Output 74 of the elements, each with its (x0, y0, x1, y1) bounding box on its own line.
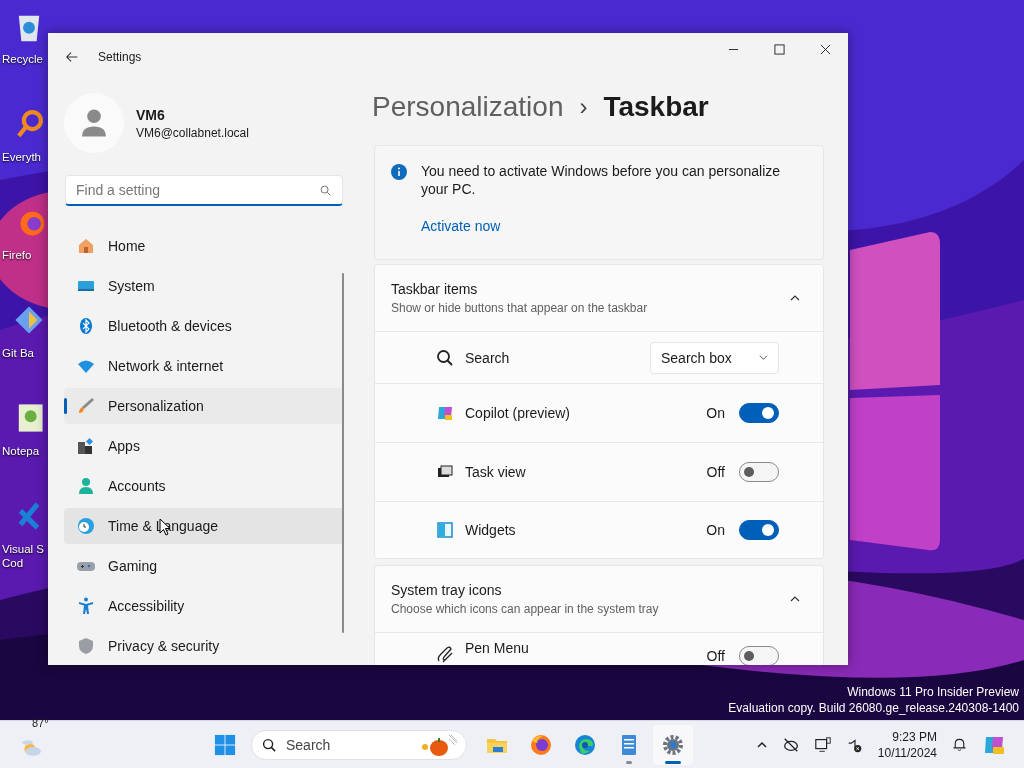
activate-link[interactable]: Activate now (421, 218, 501, 234)
account-name: VM6 (136, 106, 166, 123)
toggle-switch[interactable] (739, 403, 779, 423)
firefox-icon (529, 732, 553, 757)
search-icon (320, 185, 331, 196)
toggle-switch[interactable] (739, 646, 779, 665)
close-icon (819, 43, 831, 55)
shield-icon (76, 636, 96, 656)
edge-icon (573, 732, 597, 757)
watermark-text: Windows 11 Pro Insider Preview (847, 684, 1019, 700)
temperature[interactable]: 87° (32, 716, 49, 729)
section-subtitle: Choose which icons can appear in the system tray (391, 602, 659, 616)
search-icon (435, 347, 455, 368)
taskbar-app-button[interactable] (653, 724, 693, 765)
scrollbar[interactable] (342, 273, 344, 633)
nav-item[interactable]: Gaming (64, 548, 344, 584)
toggle-state: On (706, 522, 725, 538)
nav-item[interactable]: Accounts (64, 468, 344, 504)
clock-globe-icon (76, 516, 96, 536)
setting-label: Copilot (preview) (465, 405, 571, 421)
toggle-state: Off (706, 464, 725, 480)
pumpkin-icon (419, 732, 459, 757)
breadcrumb-item: Taskbar (603, 91, 709, 123)
windows-logo-icon (214, 733, 236, 756)
desktop-icon-label: Git Ba (2, 346, 34, 360)
back-arrow-icon (65, 50, 79, 64)
settings-search-field[interactable]: Find a setting (65, 175, 343, 206)
clock-date[interactable]: 10/11/2024 (877, 744, 937, 761)
bell-icon[interactable] (951, 736, 968, 753)
nav-item[interactable]: System (64, 268, 344, 304)
section-title: System tray icons (391, 582, 503, 598)
setting-label: Pen Menu (465, 640, 529, 656)
setting-label: Widgets (465, 522, 516, 538)
nav-item[interactable]: Home (64, 228, 344, 264)
caret-icon (759, 353, 768, 362)
window-title: Settings (98, 50, 142, 64)
taskbar-search-field[interactable]: Search (251, 729, 467, 760)
desktop-icon-label: Firefo (2, 248, 32, 262)
setting-label: Search (465, 349, 510, 366)
notice-text: You need to activate Windows before you can personalize your PC. (421, 162, 782, 198)
desktop-icon-label: Notepa (2, 444, 40, 458)
breadcrumb-item[interactable]: Personalization (372, 91, 564, 123)
brush-icon (76, 396, 96, 416)
dropdown[interactable]: Search box (650, 341, 779, 374)
setting-label: Task view (465, 464, 526, 480)
breadcrumb-separator: › (579, 93, 588, 121)
apps-icon (76, 436, 96, 456)
nav-item[interactable]: Apps (64, 428, 344, 464)
desktop-icon-label: Everyth (2, 150, 41, 164)
account-email: VM6@collabnet.local (136, 125, 249, 140)
widgets-icon (435, 520, 455, 540)
desktop-icon-label: Cod (2, 556, 24, 570)
monitor-icon[interactable] (813, 735, 832, 754)
person-icon (76, 476, 96, 496)
clock-time[interactable]: 9:23 PM (892, 728, 937, 745)
toggle-switch[interactable] (739, 462, 779, 482)
house-icon (76, 236, 96, 256)
nav-item[interactable]: Personalization (64, 388, 344, 424)
section-subtitle: Show or hide buttons that appear on the taskbar (391, 301, 648, 315)
gear-icon (661, 732, 685, 757)
maximize-icon (773, 43, 785, 55)
toggle-state: On (706, 405, 725, 421)
section-title: Taskbar items (391, 281, 479, 297)
accessibility-icon (76, 596, 96, 616)
watermark-text: Evaluation copy. Build 26080.ge_release.240308-1400 (728, 700, 1019, 716)
toggle-state: Off (706, 648, 725, 664)
nav-item[interactable]: Bluetooth & devices (64, 308, 344, 344)
toggle-switch[interactable] (739, 520, 779, 540)
nav-item[interactable]: Privacy & security (64, 628, 344, 664)
info-icon (391, 164, 407, 180)
nav-item[interactable]: Network & internet (64, 348, 344, 384)
desktop-icon-label: Recycle (2, 52, 43, 66)
nav-item[interactable]: Accessibility (64, 588, 344, 624)
desktop-icon-label: Visual S (2, 542, 44, 556)
